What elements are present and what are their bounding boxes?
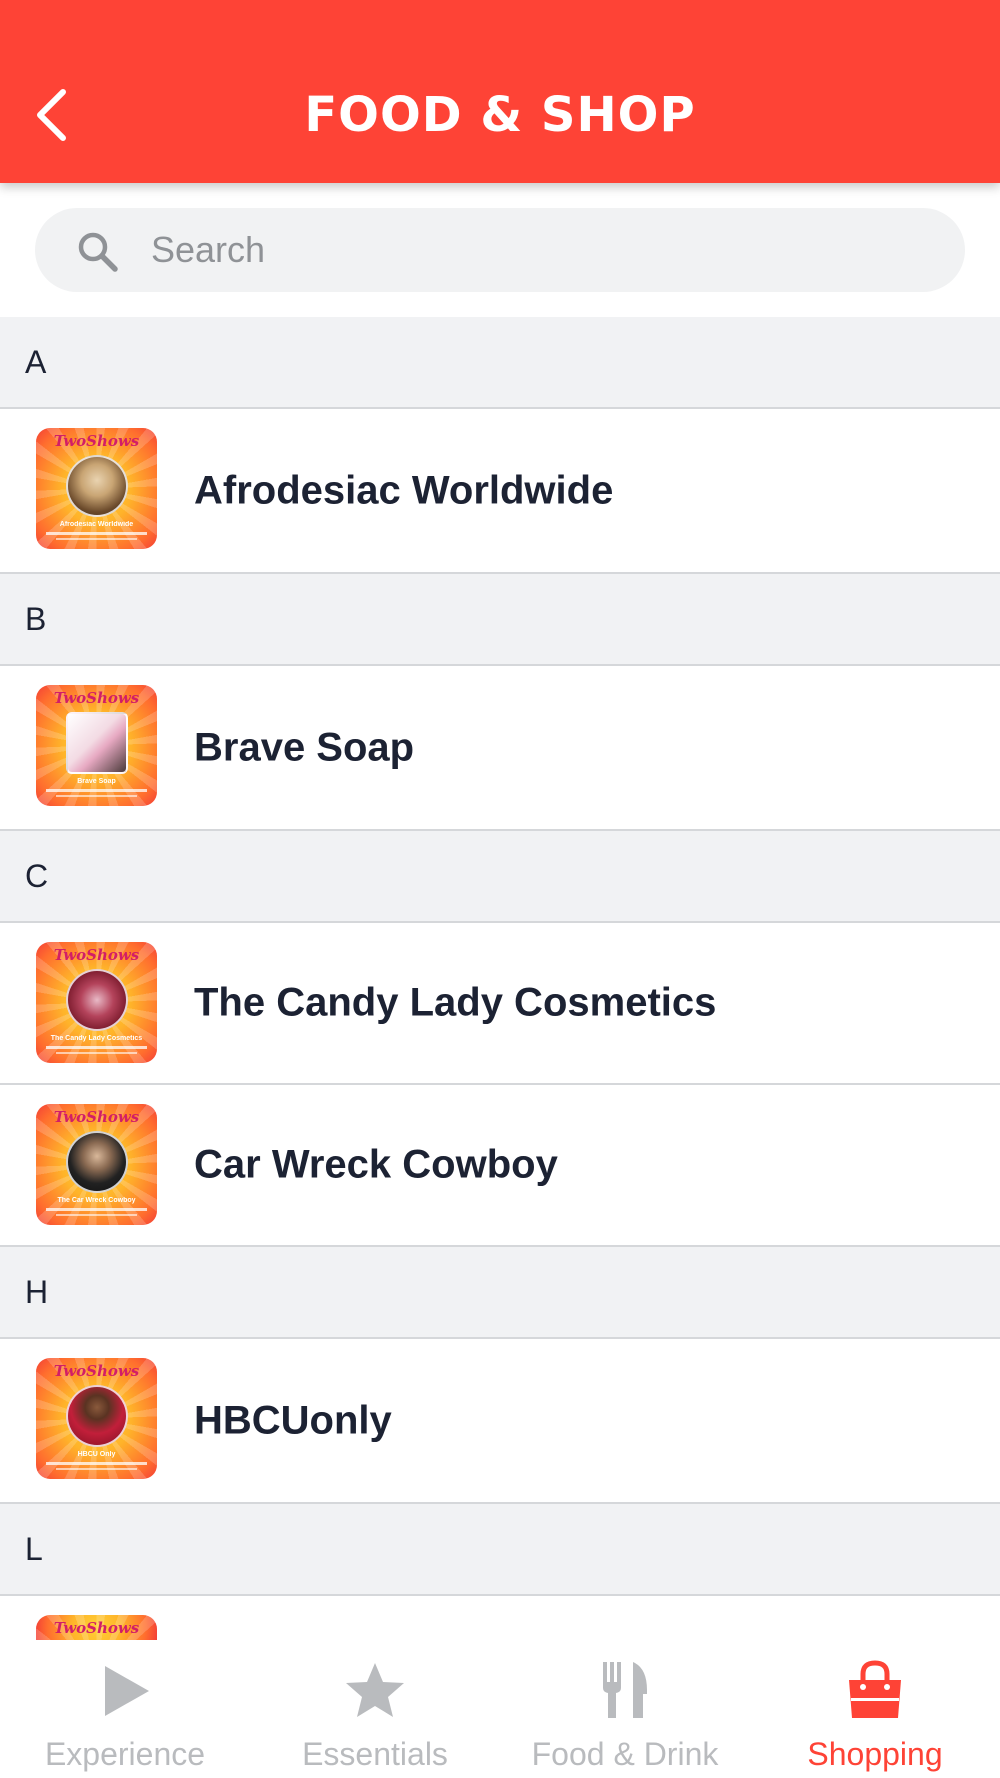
search-input[interactable]: [151, 222, 931, 278]
star-icon: [346, 1663, 404, 1717]
list-item[interactable]: TwoShows The Car Wreck Cowboy Car Wreck …: [0, 1085, 1000, 1247]
tab-essentials[interactable]: Essentials: [250, 1642, 500, 1778]
list-item[interactable]: TwoShows Brave Soap Brave Soap: [0, 666, 1000, 831]
section-header-a: A: [0, 317, 1000, 409]
search-icon: [78, 232, 118, 272]
section-header-h: H: [0, 1247, 1000, 1339]
bottom-tab-bar: Experience Essentials Food & Drink Shopp…: [0, 1642, 1000, 1778]
app-header: FOOD & SHOP: [0, 0, 1000, 183]
thumbnail-caption: The Candy Lady Cosmetics: [50, 1035, 143, 1042]
tab-label: Essentials: [302, 1736, 448, 1772]
brand-logo: TwoShows: [53, 1108, 140, 1126]
vendor-name: HBCUonly: [194, 1398, 392, 1442]
thumbnail-caption: Brave Soap: [77, 778, 116, 785]
brand-logo: TwoShows: [53, 432, 140, 450]
list-item[interactable]: TwoShows HBCU Only HBCUonly: [0, 1339, 1000, 1504]
brand-logo: TwoShows: [53, 946, 140, 964]
vendor-thumbnail: TwoShows Brave Soap: [36, 685, 157, 806]
tab-label: Shopping: [807, 1736, 943, 1772]
brand-logo: TwoShows: [53, 689, 140, 707]
tab-shopping[interactable]: Shopping: [750, 1642, 1000, 1778]
vendor-name: Brave Soap: [194, 725, 415, 769]
list-item[interactable]: TwoShows: [0, 1596, 1000, 1640]
thumbnail-caption: Afrodesiac Worldwide: [59, 521, 134, 528]
vendor-thumbnail: TwoShows: [36, 1615, 157, 1640]
list-item[interactable]: TwoShows Afrodesiac Worldwide Afrodesiac…: [0, 409, 1000, 574]
vendor-thumbnail: TwoShows The Car Wreck Cowboy: [36, 1104, 157, 1225]
tab-label: Food & Drink: [531, 1736, 719, 1772]
vendor-thumbnail: TwoShows The Candy Lady Cosmetics: [36, 942, 157, 1063]
tab-label: Experience: [44, 1736, 206, 1772]
section-header-l: L: [0, 1504, 1000, 1596]
list-item[interactable]: TwoShows The Candy Lady Cosmetics The Ca…: [0, 923, 1000, 1085]
tab-experience[interactable]: Experience: [0, 1642, 250, 1778]
tab-food-drink[interactable]: Food & Drink: [500, 1642, 750, 1778]
shopping-bag-icon: [849, 1660, 901, 1718]
vendor-thumbnail: TwoShows Afrodesiac Worldwide: [36, 428, 157, 549]
page-title: FOOD & SHOP: [304, 87, 696, 143]
thumbnail-caption: HBCU Only: [77, 1451, 116, 1458]
play-icon: [105, 1666, 149, 1716]
section-header-c: C: [0, 831, 1000, 923]
vendor-name: Afrodesiac Worldwide: [194, 468, 614, 512]
fork-knife-icon: [603, 1662, 647, 1718]
thumbnail-caption: The Car Wreck Cowboy: [57, 1197, 136, 1204]
brand-logo: TwoShows: [53, 1619, 140, 1637]
search-bar[interactable]: [35, 208, 965, 292]
vendor-name: The Candy Lady Cosmetics: [194, 980, 717, 1025]
vendor-thumbnail: TwoShows HBCU Only: [36, 1358, 157, 1479]
vendor-list[interactable]: A TwoShows Afrodesiac Worldwide Afrodesi…: [0, 317, 1000, 1642]
section-header-b: B: [0, 574, 1000, 666]
search-section: [0, 183, 1000, 317]
brand-logo: TwoShows: [53, 1362, 140, 1380]
vendor-name: Car Wreck Cowboy: [194, 1142, 558, 1187]
